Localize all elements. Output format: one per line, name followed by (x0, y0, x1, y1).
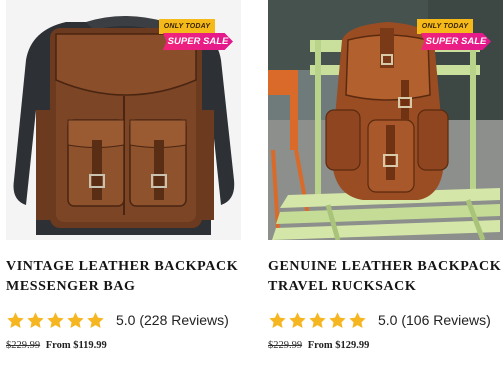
product-card[interactable]: ONLY TODAY SUPER SALE VINTAGE LEATHER BA… (6, 0, 241, 351)
star-icon (329, 311, 346, 328)
reviews-link[interactable]: 5.0 (228 Reviews) (116, 312, 229, 328)
super-sale-label: SUPER SALE (421, 33, 491, 50)
star-icon (87, 311, 104, 328)
star-icon (309, 311, 326, 328)
star-rating (268, 311, 367, 330)
product-card[interactable]: ONLY TODAY SUPER SALE GENUINE LEATHER BA… (268, 0, 503, 351)
product-title-line2[interactable]: TRAVEL RUCKSACK (268, 277, 503, 297)
star-icon (269, 311, 286, 328)
star-icon (289, 311, 306, 328)
product-title[interactable]: GENUINE LEATHER BACKPACK TRAVEL RUCKSACK (268, 257, 503, 297)
star-icon (7, 311, 24, 328)
price-row: $229.99 From $129.99 (268, 340, 503, 351)
product-title-line2[interactable]: MESSENGER BAG (6, 277, 241, 297)
star-icon (67, 311, 84, 328)
product-title-line1[interactable]: VINTAGE LEATHER BACKPACK (6, 257, 241, 277)
only-today-label: ONLY TODAY (417, 19, 473, 34)
only-today-label: ONLY TODAY (159, 19, 215, 34)
product-title-line1[interactable]: GENUINE LEATHER BACKPACK (268, 257, 503, 277)
star-rating (6, 311, 105, 330)
price-row: $229.99 From $119.99 (6, 340, 241, 351)
product-image[interactable]: ONLY TODAY SUPER SALE (268, 0, 503, 240)
sale-price: From $119.99 (45, 340, 107, 351)
reviews-link[interactable]: 5.0 (106 Reviews) (378, 312, 491, 328)
star-icon (47, 311, 64, 328)
sale-price: From $129.99 (307, 340, 370, 351)
super-sale-label: SUPER SALE (163, 33, 233, 50)
product-image[interactable]: ONLY TODAY SUPER SALE (6, 0, 241, 240)
product-title[interactable]: VINTAGE LEATHER BACKPACK MESSENGER BAG (6, 257, 241, 297)
rating-row: 5.0 (228 Reviews) (6, 309, 241, 331)
star-icon (27, 311, 44, 328)
original-price: $229.99 (268, 340, 303, 351)
original-price: $229.99 (6, 340, 41, 351)
star-icon (349, 311, 366, 328)
rating-row: 5.0 (106 Reviews) (268, 309, 503, 331)
